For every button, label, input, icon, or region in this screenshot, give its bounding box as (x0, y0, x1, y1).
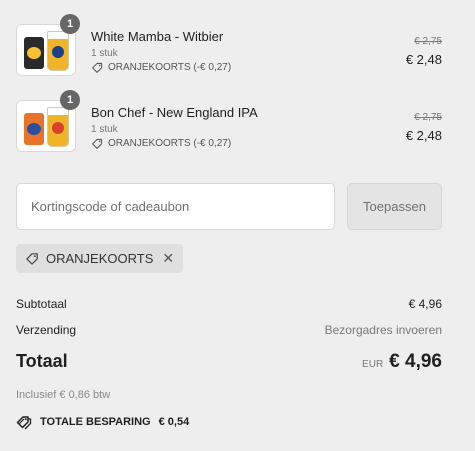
glass-graphic (47, 107, 69, 147)
cart-item: 1 Bon Chef - New England IPA 1 stuk ORAN… (16, 90, 442, 152)
shipping-row: Verzending Bezorgadres invoeren (16, 323, 442, 337)
savings-value: € 0,54 (158, 416, 190, 428)
tag-icon (92, 62, 103, 73)
savings-tag-icon (16, 416, 32, 430)
total-label: Totaal (16, 351, 68, 371)
cart-item: 1 White Mamba - Witbier 1 stuk ORANJEKOO… (16, 14, 442, 76)
total-savings: TOTALE BESPARING € 0,54 (16, 414, 189, 430)
product-discount: ORANJEKOORTS (-€ 0,27) (91, 137, 231, 150)
discount-label: ORANJEKOORTS (-€ 0,27) (108, 138, 232, 149)
discount-label: ORANJEKOORTS (-€ 0,27) (108, 62, 232, 73)
subtotal-row: Subtotaal € 4,96 (16, 297, 442, 311)
original-price: € 2,75 (414, 36, 442, 47)
currency-code: EUR (362, 359, 384, 370)
savings-label: TOTALE BESPARING (40, 416, 151, 428)
discounted-price: € 2,48 (405, 128, 442, 143)
discounted-price: € 2,48 (405, 52, 442, 67)
quantity-badge: 1 (60, 90, 80, 110)
quantity-badge: 1 (60, 14, 80, 34)
product-discount: ORANJEKOORTS (-€ 0,27) (91, 61, 231, 74)
shipping-label: Verzending (16, 323, 77, 337)
remove-discount-icon[interactable]: ✕ (162, 250, 174, 267)
shipping-value: Bezorgadres invoeren (324, 323, 442, 337)
applied-discount-chip: ORANJEKOORTS ✕ (16, 244, 184, 273)
product-quantity: 1 stuk (91, 48, 118, 59)
can-graphic (24, 37, 44, 69)
glass-graphic (47, 31, 69, 71)
original-price: € 2,75 (414, 112, 442, 123)
total-value: € 4,96 (389, 351, 442, 372)
product-name: White Mamba - Witbier (91, 29, 224, 44)
tax-note: Inclusief € 0,86 btw (16, 389, 111, 401)
applied-code: ORANJEKOORTS (46, 251, 154, 266)
apply-button[interactable]: Toepassen (347, 183, 442, 230)
discount-code-input[interactable] (16, 183, 335, 230)
can-graphic (24, 113, 44, 145)
total-row: Totaal EUR € 4,96 (16, 351, 442, 373)
tag-icon (92, 138, 103, 149)
subtotal-label: Subtotaal (16, 297, 67, 311)
product-name: Bon Chef - New England IPA (91, 105, 258, 120)
tag-icon (26, 253, 38, 265)
product-quantity: 1 stuk (91, 124, 118, 135)
subtotal-value: € 4,96 (408, 297, 442, 311)
